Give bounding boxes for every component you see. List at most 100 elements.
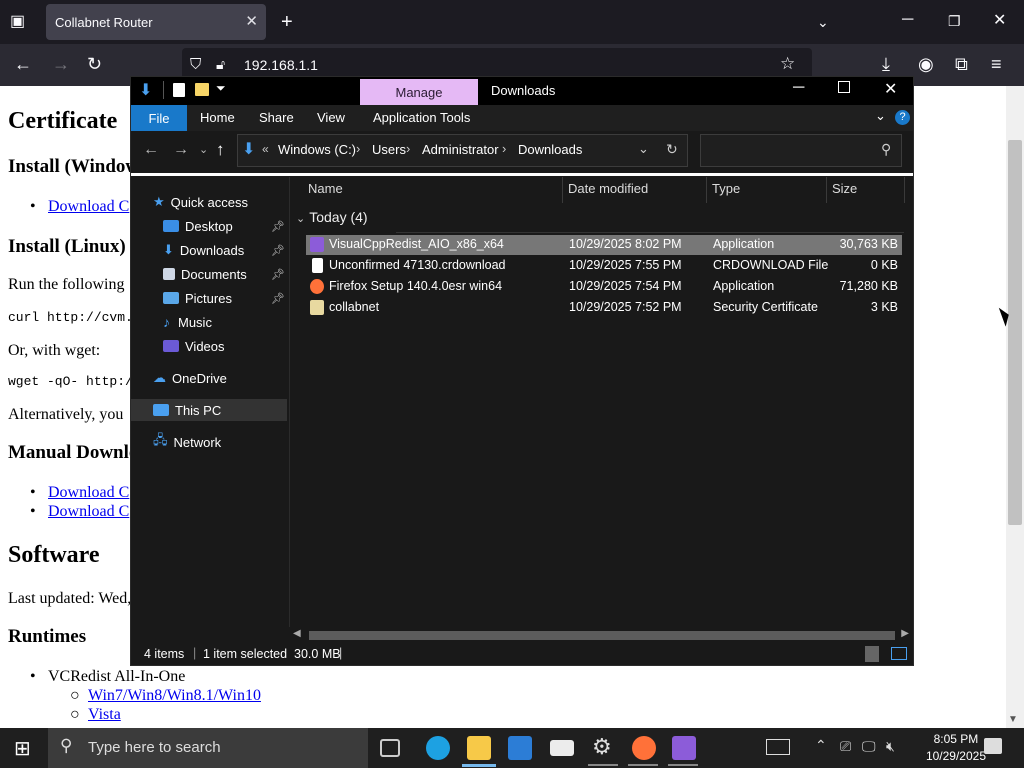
address-bar[interactable]: ⬇ « Windows (C:) › Users › Administrator…	[237, 134, 688, 167]
settings-icon[interactable]: ⚙	[592, 734, 612, 760]
mail-icon[interactable]	[550, 740, 574, 756]
shield-icon[interactable]: ⛉	[190, 56, 201, 73]
minimize-icon[interactable]: ─	[793, 79, 804, 97]
downloads-icon[interactable]: ⤓	[882, 54, 890, 74]
back-icon[interactable]: ←	[14, 54, 32, 74]
page-scrollbar-thumb[interactable]	[1008, 140, 1022, 525]
nav-documents[interactable]: Documents 📌︎	[163, 263, 285, 285]
network-icon: 🖧︎	[153, 432, 168, 447]
tab-home[interactable]: Home	[200, 110, 235, 125]
visual-studio-icon[interactable]	[672, 736, 696, 760]
download-link-3[interactable]: Download C	[48, 503, 129, 521]
close-icon[interactable]: ✕	[884, 79, 897, 99]
restore-window-icon[interactable]: ❐	[948, 11, 961, 31]
help-icon[interactable]: ?	[895, 110, 910, 125]
scroll-left-icon[interactable]: ◀	[293, 628, 301, 639]
task-view-icon[interactable]	[380, 739, 400, 757]
address-dropdown-icon[interactable]: ⌄	[638, 141, 649, 157]
close-tab-icon[interactable]: ✕	[245, 12, 258, 30]
tab-share[interactable]: Share	[259, 110, 294, 125]
properties-icon[interactable]	[173, 83, 185, 97]
nav-onedrive[interactable]: ☁ OneDrive	[153, 367, 283, 389]
nav-videos[interactable]: Videos	[163, 335, 285, 357]
extensions-icon[interactable]: ⧉	[955, 54, 968, 74]
file-explorer-taskbar-icon[interactable]	[467, 736, 491, 760]
group-header-today[interactable]: ⌄ Today (4)	[296, 209, 368, 225]
customize-qat-icon[interactable]: ⏷	[216, 81, 226, 96]
new-folder-icon[interactable]	[195, 83, 209, 96]
breadcrumb-overflow-icon[interactable]: «	[262, 142, 269, 156]
column-header-type[interactable]: Type	[712, 181, 740, 196]
breadcrumb-chevron-icon[interactable]: ›	[502, 141, 506, 156]
download-link-1[interactable]: Download C	[48, 198, 129, 216]
breadcrumb-administrator[interactable]: Administrator	[422, 142, 499, 157]
menu-icon[interactable]: ≡	[991, 54, 1002, 74]
breadcrumb-chevron-icon[interactable]: ›	[406, 141, 410, 156]
large-icons-view-icon[interactable]	[891, 647, 907, 660]
lock-icon[interactable]: 🔓︎	[216, 56, 225, 73]
download-link-2[interactable]: Download C	[48, 484, 129, 502]
column-header-size[interactable]: Size	[832, 181, 857, 196]
nav-network[interactable]: 🖧︎ Network	[153, 431, 283, 453]
nav-this-pc[interactable]: This PC	[153, 399, 283, 421]
expand-ribbon-icon[interactable]: ⌄	[875, 108, 886, 124]
scroll-down-icon[interactable]: ▼	[1008, 714, 1018, 725]
tab-view[interactable]: View	[317, 110, 345, 125]
forward-icon[interactable]: →	[173, 141, 189, 159]
windows-start-icon[interactable]: ⊞	[14, 736, 31, 761]
nav-quick-access[interactable]: ★ Quick access	[153, 191, 283, 213]
refresh-icon[interactable]: ↻	[666, 141, 678, 158]
reload-icon[interactable]: ↻	[87, 54, 102, 74]
breadcrumb-chevron-icon[interactable]: ›	[356, 141, 360, 156]
url-text[interactable]: 192.168.1.1	[244, 57, 318, 73]
file-row-visualcppredist[interactable]: VisualCppRedist_AIO_x86_x64 10/29/2025 8…	[306, 235, 902, 255]
list-tabs-icon[interactable]: ⌄	[817, 12, 829, 32]
forward-icon[interactable]: →	[52, 54, 70, 74]
close-window-icon[interactable]: ✕	[993, 11, 1006, 31]
column-header-date[interactable]: Date modified	[568, 181, 648, 196]
collapse-group-icon[interactable]: ⌄	[296, 213, 305, 225]
back-icon[interactable]: ←	[143, 141, 159, 159]
search-input[interactable]: ⚲	[700, 134, 902, 167]
new-tab-icon[interactable]: +	[281, 12, 293, 32]
bookmark-star-icon[interactable]: ☆	[780, 54, 795, 74]
breadcrumb-windows-c[interactable]: Windows (C:)	[278, 142, 356, 157]
nav-music[interactable]: ♪ Music	[163, 311, 285, 333]
show-hidden-icons-icon[interactable]: ⌃	[815, 737, 827, 754]
tab-application-tools[interactable]: Application Tools	[373, 110, 470, 125]
network-status-icon[interactable]: 🖵︎	[862, 738, 876, 755]
up-icon[interactable]: ↑	[216, 140, 225, 160]
firefox-icon[interactable]	[632, 736, 656, 760]
browser-tab[interactable]: Collabnet Router ✕	[46, 4, 266, 40]
vista-link[interactable]: Vista	[88, 706, 121, 724]
volume-muted-icon[interactable]: 🔇︎	[886, 738, 895, 755]
notifications-icon[interactable]	[984, 738, 1002, 754]
column-header-name[interactable]: Name	[308, 181, 343, 196]
scroll-right-icon[interactable]: ▶	[901, 628, 909, 639]
win-link[interactable]: Win7/Win8/Win8.1/Win10	[88, 687, 261, 705]
running-app-indicator	[588, 764, 618, 766]
file-row-firefox-setup[interactable]: Firefox Setup 140.4.0esr win64 10/29/202…	[306, 277, 902, 297]
meet-now-icon[interactable]: ⎚	[840, 738, 851, 755]
nav-desktop[interactable]: Desktop 📌︎	[163, 215, 285, 237]
nav-downloads[interactable]: ⬇ Downloads 📌︎	[163, 239, 285, 261]
breadcrumb-users[interactable]: Users	[372, 142, 406, 157]
recent-locations-icon[interactable]: ⌄	[199, 143, 208, 156]
maximize-icon[interactable]	[838, 81, 850, 93]
details-view-icon[interactable]	[865, 646, 879, 662]
nav-pictures[interactable]: Pictures 📌︎	[163, 287, 285, 309]
system-clock[interactable]: 8:05 PM 10/29/2025	[926, 731, 986, 765]
file-row-unconfirmed[interactable]: Unconfirmed 47130.crdownload 10/29/2025 …	[306, 256, 902, 276]
breadcrumb-downloads[interactable]: Downloads	[518, 142, 582, 157]
manage-context-tab[interactable]: Manage	[360, 79, 478, 106]
edge-icon[interactable]	[426, 736, 450, 760]
store-icon[interactable]	[508, 736, 532, 760]
file-row-collabnet[interactable]: collabnet 10/29/2025 7:52 PM Security Ce…	[306, 298, 902, 318]
minimize-window-icon[interactable]: ─	[902, 10, 913, 30]
taskbar-search[interactable]: ⚲ Type here to search	[48, 728, 368, 768]
news-widget-icon[interactable]	[766, 739, 790, 755]
tab-file[interactable]: File	[131, 105, 187, 131]
account-icon[interactable]: ◉	[918, 54, 934, 74]
horizontal-scrollbar-thumb[interactable]	[309, 631, 895, 640]
tab-overview-icon[interactable]: ▣	[10, 12, 25, 32]
